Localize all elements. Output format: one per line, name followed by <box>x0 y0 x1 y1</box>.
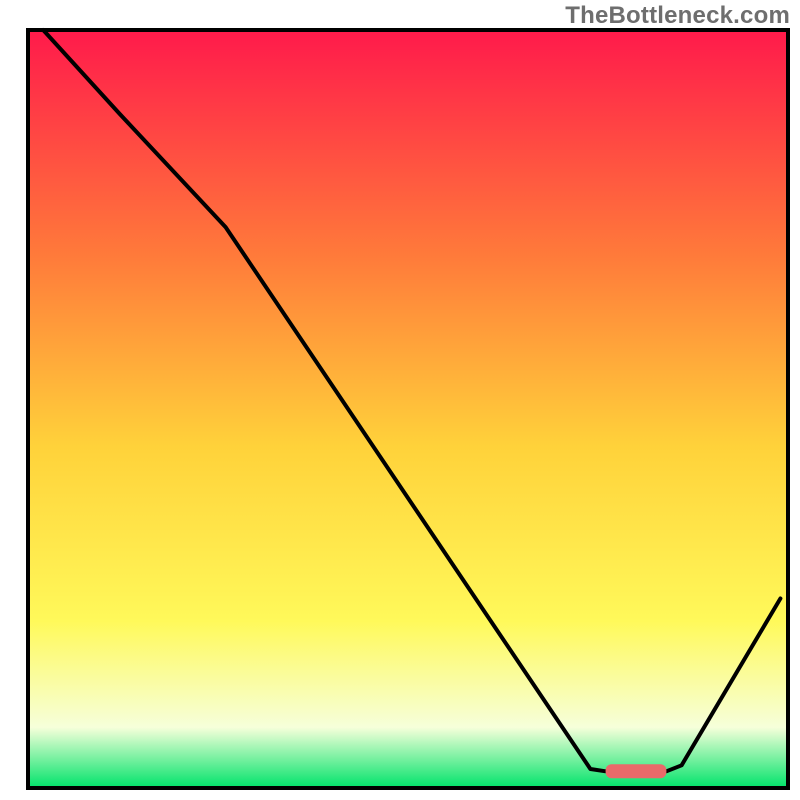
plot-background <box>28 30 788 788</box>
chart-container: TheBottleneck.com <box>0 0 800 800</box>
optimum-marker <box>606 764 667 778</box>
bottleneck-chart <box>0 0 800 800</box>
